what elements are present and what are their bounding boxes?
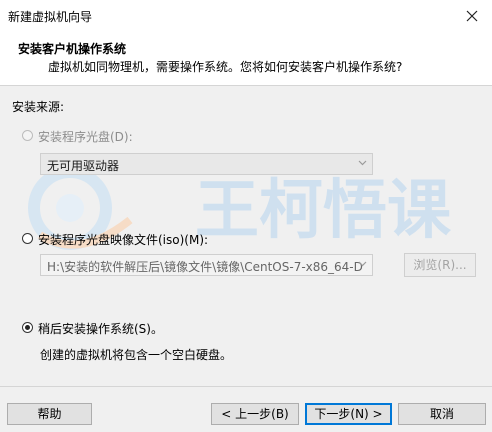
page-title: 安装客户机操作系统 xyxy=(18,42,127,56)
iso-option-label: 安装程序光盘映像文件(iso)(M): xyxy=(38,233,209,247)
drive-select[interactable]: 无可用驱动器 xyxy=(40,153,373,175)
iso-path-combo[interactable]: H:\安装的软件解压后\镜像文件\镜像\CentOS-7-x86_64-D xyxy=(40,254,373,276)
wizard-header: 安装客户机操作系统 虚拟机如同物理机，需要操作系统。您将如何安装客户机操作系统? xyxy=(0,32,492,86)
chevron-down-icon xyxy=(358,261,367,267)
next-button[interactable]: 下一步(N) > xyxy=(305,403,392,425)
chevron-down-icon xyxy=(358,160,367,166)
watermark-text: 王柯悟课 xyxy=(195,174,452,248)
install-later-description: 创建的虚拟机将包含一个空白硬盘。 xyxy=(40,348,233,362)
install-later-label: 稍后安装操作系统(S)。 xyxy=(38,322,163,336)
browse-button[interactable]: 浏览(R)... xyxy=(404,253,476,277)
window-title: 新建虚拟机向导 xyxy=(8,10,93,24)
disc-radio[interactable] xyxy=(22,130,33,141)
disc-option-label: 安装程序光盘(D): xyxy=(38,130,133,144)
install-later-radio[interactable] xyxy=(22,322,33,333)
footer-divider xyxy=(0,386,492,387)
cancel-button[interactable]: 取消 xyxy=(398,403,486,425)
drive-select-value: 无可用驱动器 xyxy=(47,159,120,173)
page-subtitle: 虚拟机如同物理机，需要操作系统。您将如何安装客户机操作系统? xyxy=(48,60,403,74)
help-button[interactable]: 帮助 xyxy=(7,403,92,425)
close-button[interactable] xyxy=(452,0,492,32)
back-button[interactable]: < 上一步(B) xyxy=(211,403,299,425)
iso-radio[interactable] xyxy=(22,233,33,244)
install-source-label: 安装来源: xyxy=(12,100,65,114)
iso-path-value: H:\安装的软件解压后\镜像文件\镜像\CentOS-7-x86_64-D xyxy=(47,260,363,274)
close-icon xyxy=(466,10,478,22)
title-bar: 新建虚拟机向导 xyxy=(0,0,492,32)
